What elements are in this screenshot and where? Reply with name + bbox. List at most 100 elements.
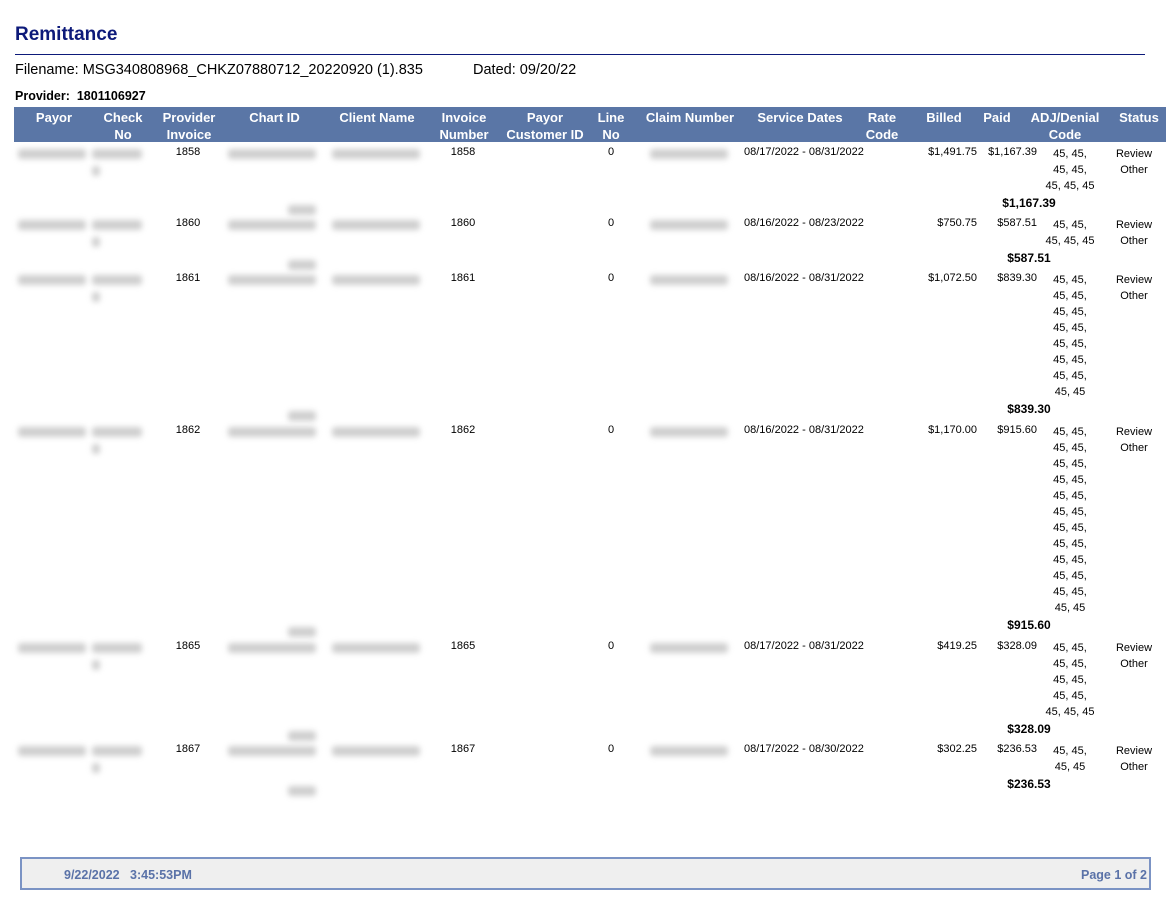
adj-code-line: 45, 45,: [1053, 538, 1087, 550]
line-no: 0: [607, 146, 615, 158]
column-header-line1: Provider: [162, 110, 216, 125]
status-line1: Review: [1115, 148, 1153, 160]
column-header-line1: Client Name: [339, 110, 415, 125]
column-header: Chart ID: [222, 109, 327, 126]
page-footer: 9/22/2022 3:45:53PM Page 1 of 2: [20, 857, 1151, 890]
column-header-line1: Claim Number: [645, 110, 735, 125]
redacted-field: [650, 275, 728, 285]
adj-code-line: 45, 45,: [1053, 370, 1087, 382]
redacted-field: [228, 643, 316, 653]
redacted-field: [650, 149, 728, 159]
provider-id: 1801106927: [76, 89, 146, 103]
title-divider: [15, 54, 1145, 55]
column-header-line1: ADJ/Denial: [1030, 110, 1100, 125]
adj-code-line: 45, 45, 45: [1045, 706, 1095, 718]
column-header: Invoice Number: [432, 109, 496, 143]
column-header-line2: Code: [1048, 127, 1082, 142]
adj-denial-codes: 45, 45, 45, 45: [1040, 743, 1100, 775]
status-line2: Other: [1120, 658, 1148, 670]
adj-code-line: 45, 45,: [1053, 674, 1087, 686]
adj-code-line: 45, 45,: [1053, 490, 1087, 502]
adj-code-line: 45, 45,: [1053, 658, 1087, 670]
redacted-field: [228, 275, 316, 285]
column-header-line2: Code: [865, 127, 899, 142]
adj-denial-codes: 45, 45, 45, 45, 45, 45, 45, 45, 45, 45, 45: [1040, 640, 1100, 720]
line-no: 0: [607, 272, 615, 284]
status-line2: Other: [1120, 235, 1148, 247]
column-header-line2: Customer ID: [506, 127, 584, 142]
redacted-field: [650, 643, 728, 653]
adj-code-line: 45, 45, 45: [1045, 180, 1095, 192]
redacted-field: [332, 427, 420, 437]
status-line2: Other: [1120, 290, 1148, 302]
adj-code-line: 45, 45,: [1053, 164, 1087, 176]
adj-code-line: 45, 45,: [1053, 690, 1087, 702]
billed: $419.25: [937, 640, 977, 652]
column-header: Check No: [92, 109, 154, 143]
redacted-field: [92, 660, 100, 670]
column-header: Client Name: [328, 109, 426, 126]
service-dates: 08/17/2022 - 08/31/2022: [744, 146, 864, 158]
column-header-line1: Line: [597, 110, 625, 125]
paid: $587.51: [997, 217, 1037, 229]
provider: Provider: 1801106927: [15, 89, 146, 103]
status: Review Other: [1108, 217, 1160, 249]
adj-denial-codes: 45, 45, 45, 45, 45, 45, 45, 45, 45, 45, 45, 4…: [1040, 424, 1100, 616]
adj-code-line: 45, 45,: [1053, 586, 1087, 598]
column-header-line1: Paid: [983, 110, 1011, 125]
paid-total: $587.51: [1007, 251, 1051, 265]
paid-total: $1,167.39: [1002, 196, 1056, 210]
service-dates: 08/16/2022 - 08/31/2022: [744, 272, 864, 284]
paid-total: $915.60: [1007, 618, 1051, 632]
paid: $839.30: [997, 272, 1037, 284]
redacted-field: [228, 427, 316, 437]
billed: $302.25: [937, 743, 977, 755]
column-header-line1: Check: [103, 110, 143, 125]
redacted-field: [92, 166, 100, 176]
table-header: Payor Check No Provider Invoice Chart ID Clien…: [14, 107, 1166, 142]
status-line1: Review: [1115, 219, 1153, 231]
redacted-field: [92, 746, 142, 756]
column-header: Provider Invoice: [155, 109, 223, 143]
remittance-report: Remittance Filename: MSG340808968_CHKZ07…: [0, 0, 1174, 907]
footer-page: Page 1 of 2: [1081, 868, 1147, 882]
status: Review Other: [1108, 146, 1160, 178]
redacted-field: [92, 427, 142, 437]
column-header: Payor Customer ID: [500, 109, 590, 143]
adj-code-line: 45, 45,: [1053, 745, 1087, 757]
adj-code-line: 45, 45,: [1053, 219, 1087, 231]
report-title: Remittance: [15, 24, 118, 45]
redacted-field: [288, 627, 316, 637]
service-dates: 08/17/2022 - 08/31/2022: [744, 640, 864, 652]
redacted-field: [92, 444, 100, 454]
dated: Dated: 09/20/22: [473, 62, 577, 78]
line-no: 0: [607, 217, 615, 229]
filename: Filename: MSG340808968_CHKZ07880712_2022…: [15, 62, 423, 78]
column-header-line2: No: [602, 127, 620, 142]
redacted-field: [92, 643, 142, 653]
status-line2: Other: [1120, 761, 1148, 773]
adj-code-line: 45, 45,: [1053, 322, 1087, 334]
column-header-line1: Invoice: [441, 110, 487, 125]
redacted-field: [650, 220, 728, 230]
provider-invoice: 1858: [175, 146, 201, 158]
status-line1: Review: [1115, 745, 1153, 757]
invoice-number: 1865: [450, 640, 476, 652]
redacted-field: [228, 220, 316, 230]
redacted-field: [92, 149, 142, 159]
status-line1: Review: [1115, 426, 1153, 438]
redacted-field: [92, 275, 142, 285]
adj-code-line: 45, 45,: [1053, 338, 1087, 350]
paid-total: $328.09: [1007, 722, 1051, 736]
adj-code-line: 45, 45,: [1053, 506, 1087, 518]
status-line2: Other: [1120, 442, 1148, 454]
adj-code-line: 45, 45: [1054, 602, 1086, 614]
billed: $1,170.00: [928, 424, 977, 436]
redacted-field: [92, 237, 100, 247]
adj-code-line: 45, 45,: [1053, 570, 1087, 582]
column-header-line1: Status: [1119, 110, 1159, 125]
invoice-number: 1867: [450, 743, 476, 755]
status: Review Other: [1108, 640, 1160, 672]
service-dates: 08/16/2022 - 08/31/2022: [744, 424, 864, 436]
adj-code-line: 45, 45,: [1053, 354, 1087, 366]
